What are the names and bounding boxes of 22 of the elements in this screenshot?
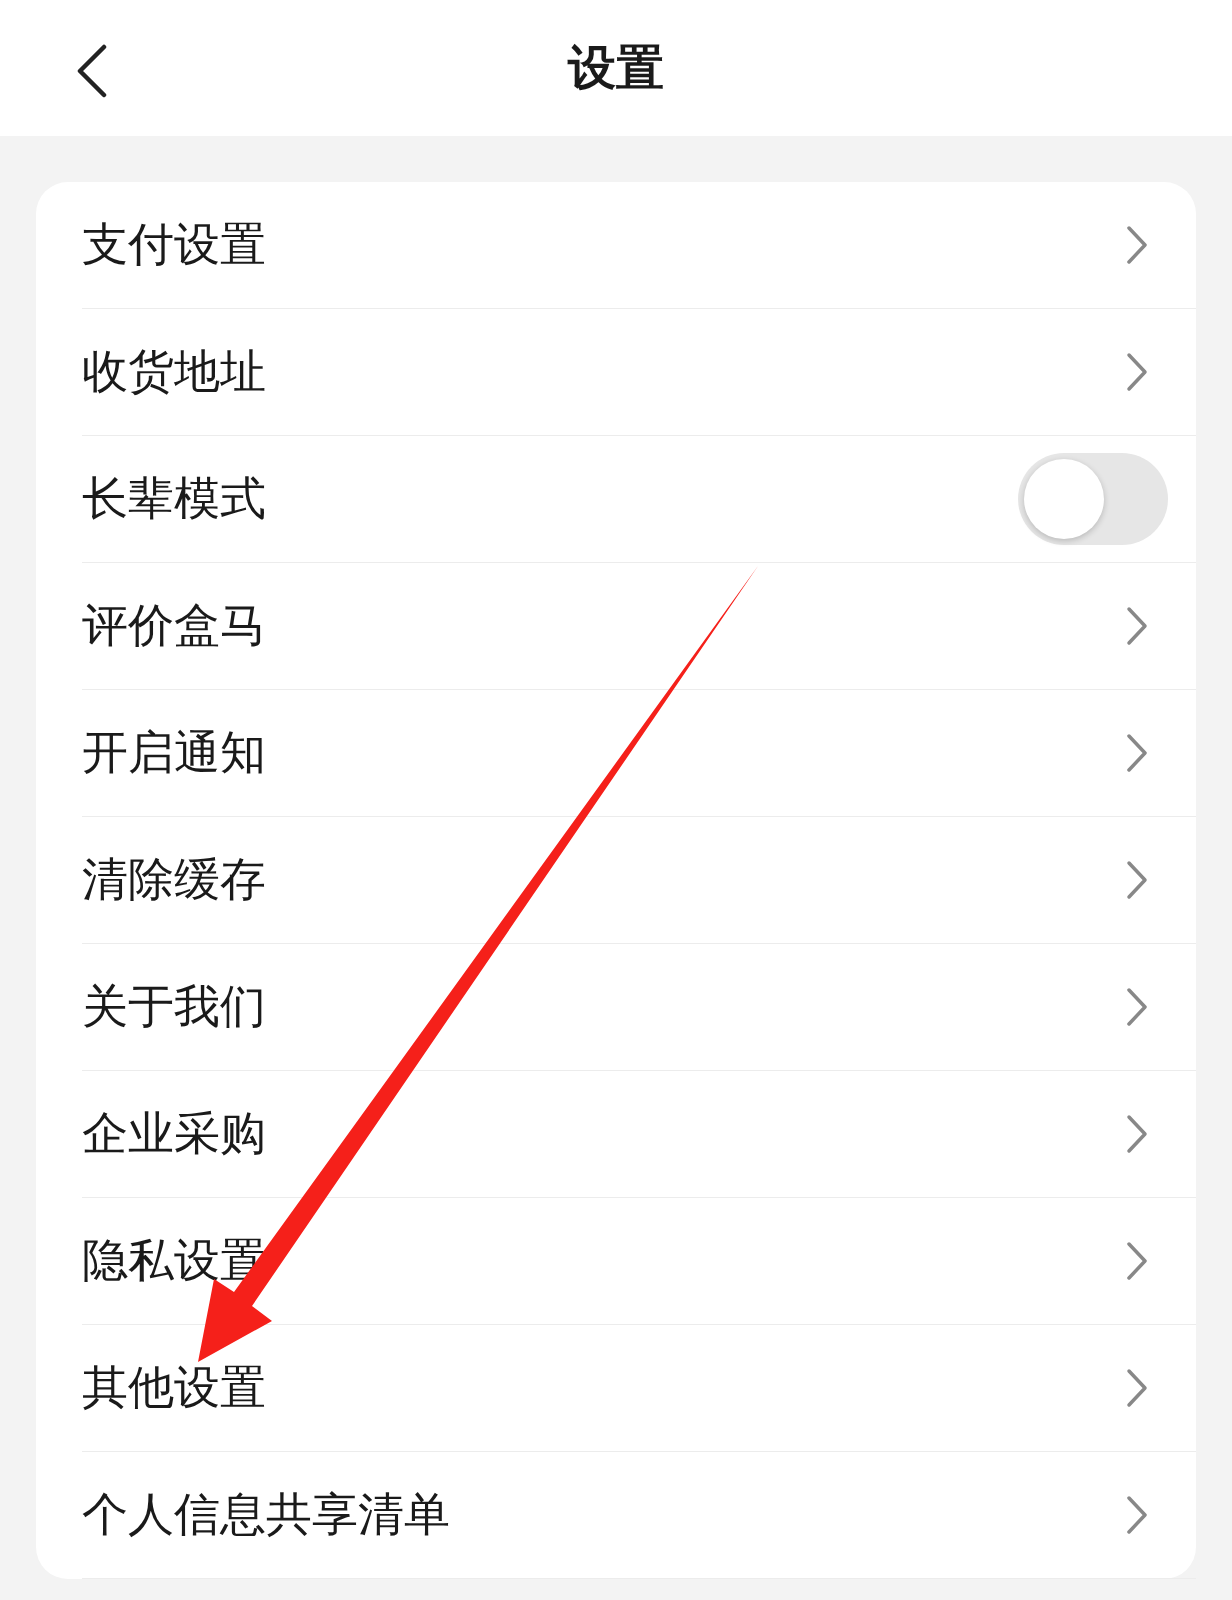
setting-label[interactable]: 其他设置 (82, 1357, 1126, 1419)
chevron-right-icon[interactable] (1126, 1495, 1148, 1535)
chevron-right-icon[interactable] (1126, 987, 1148, 1027)
setting-label[interactable]: 支付设置 (82, 214, 1126, 276)
chevron-right-icon[interactable] (1126, 1241, 1148, 1281)
setting-label[interactable]: 清除缓存 (82, 849, 1126, 911)
chevron-right-icon[interactable] (1126, 606, 1148, 646)
chevron-right-icon[interactable] (1126, 860, 1148, 900)
setting-label[interactable]: 企业采购 (82, 1103, 1126, 1165)
setting-label[interactable]: 个人信息共享清单 (82, 1484, 1126, 1546)
setting-label[interactable]: 长辈模式 (82, 468, 1018, 530)
chevron-right-icon[interactable] (1126, 1368, 1148, 1408)
page-title: 设置 (568, 38, 664, 97)
setting-label[interactable]: 关于我们 (82, 976, 1126, 1038)
setting-label[interactable]: 评价盒马 (82, 595, 1126, 657)
chevron-right-icon[interactable] (1126, 225, 1148, 265)
back-icon[interactable] (76, 44, 108, 98)
chevron-right-icon[interactable] (1126, 733, 1148, 773)
setting-label[interactable]: 开启通知 (82, 722, 1126, 784)
chevron-right-icon[interactable] (1126, 1114, 1148, 1154)
setting-label[interactable]: 收货地址 (82, 341, 1126, 403)
chevron-right-icon[interactable] (1126, 352, 1148, 392)
